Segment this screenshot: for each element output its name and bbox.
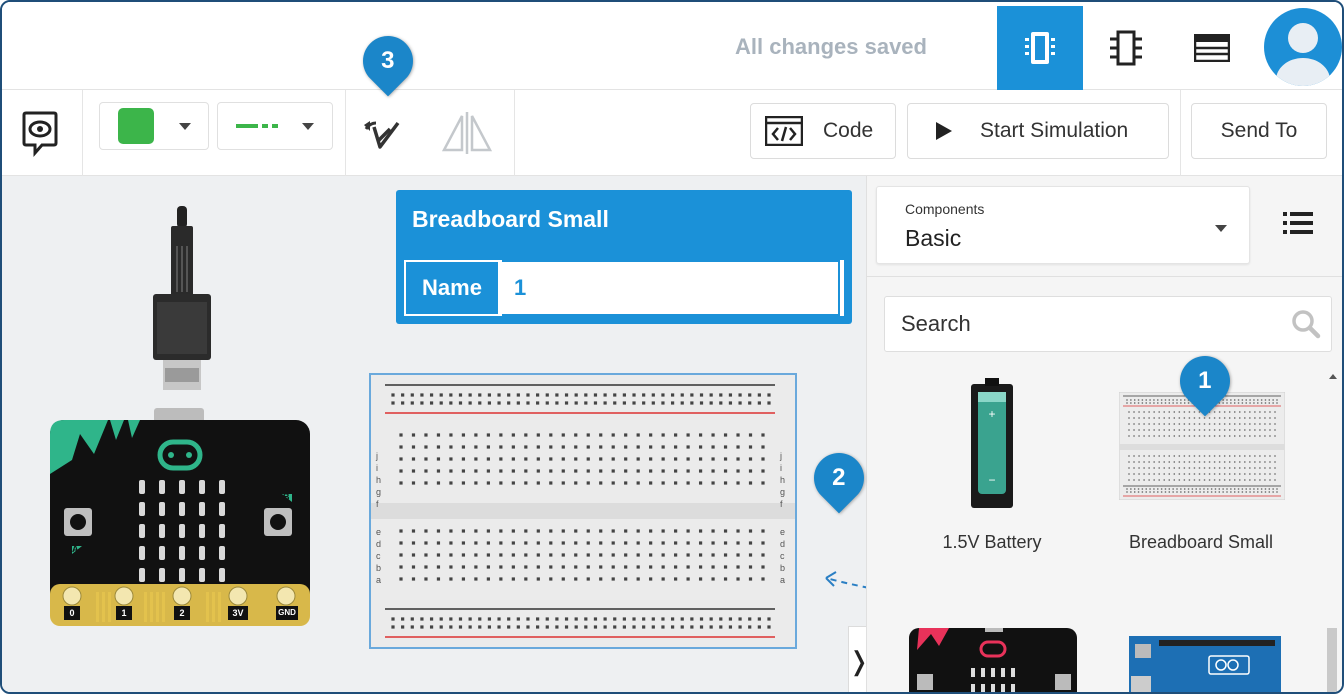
pin-label-0: 0 xyxy=(69,608,75,618)
toolbar: Code Start Simulation Send To xyxy=(2,90,1342,176)
bb-row-letters-right-top: jihgf xyxy=(780,451,786,509)
search-icon xyxy=(1292,310,1321,339)
flip-icon[interactable] xyxy=(441,112,493,159)
code-button[interactable]: Code xyxy=(750,103,896,159)
breadboard-small[interactable] xyxy=(369,373,797,649)
pin-label-1: 1 xyxy=(121,608,127,618)
component-microbit-thumbnail[interactable] xyxy=(909,628,1077,694)
app-window: All changes saved Code Start Simulation … xyxy=(0,0,1344,694)
code-icon xyxy=(765,116,803,146)
category-caption: Components xyxy=(905,201,985,217)
fill-color-dropdown[interactable] xyxy=(99,102,209,150)
bb-row-letters-left-bottom: edcba xyxy=(376,527,382,585)
component-list-icon xyxy=(1194,34,1230,62)
name-input[interactable]: 1 xyxy=(502,260,840,316)
notes-icon[interactable] xyxy=(22,110,58,163)
send-to-button[interactable]: Send To xyxy=(1191,103,1327,159)
top-bar: All changes saved xyxy=(2,2,1342,90)
circuit-view-button[interactable] xyxy=(997,6,1083,90)
play-icon xyxy=(936,122,952,140)
pin-label-2: 2 xyxy=(179,608,185,618)
save-status: All changes saved xyxy=(735,34,927,59)
button-label-a: A xyxy=(72,544,79,554)
component-battery[interactable]: + − 1.5V Battery xyxy=(907,372,1077,572)
svg-text:+: + xyxy=(988,407,995,421)
fill-color-swatch xyxy=(118,108,154,144)
chevron-down-icon xyxy=(1215,225,1227,232)
button-label-b: B xyxy=(283,492,290,502)
component-arduino-thumbnail[interactable] xyxy=(1129,636,1281,694)
name-label: Name xyxy=(406,262,498,314)
category-value: Basic xyxy=(905,225,962,251)
inspector-popup: Breadboard Small Name 1 xyxy=(396,190,852,324)
components-category-select[interactable]: Components Basic xyxy=(876,186,1250,264)
circuit-view-icon xyxy=(1025,32,1055,64)
line-style-swatch xyxy=(236,124,278,128)
search-input[interactable]: Search xyxy=(884,296,1332,352)
rotate-icon[interactable] xyxy=(364,117,402,156)
list-view-icon[interactable] xyxy=(1283,212,1313,239)
component-label: 1.5V Battery xyxy=(942,532,1042,552)
component-label: Breadboard Small xyxy=(1128,532,1274,552)
components-panel: Components Basic Search + − 1.5V Battery… xyxy=(866,176,1342,694)
microbit-board[interactable] xyxy=(50,404,312,630)
breadboard-holes xyxy=(371,375,795,647)
svg-text:−: − xyxy=(988,473,995,487)
inspector-name-row: Name 1 xyxy=(404,260,844,316)
scroll-up-icon[interactable] xyxy=(1329,374,1337,384)
bb-row-letters-right-bottom: edcba xyxy=(780,527,786,585)
user-avatar-icon[interactable] xyxy=(1264,8,1342,86)
bb-row-letters-left-top: jihgf xyxy=(376,451,382,509)
pin-label-gnd: GND xyxy=(278,608,296,617)
schematic-view-icon xyxy=(1110,30,1142,66)
start-simulation-button[interactable]: Start Simulation xyxy=(907,103,1169,159)
usb-cable[interactable] xyxy=(147,206,217,396)
scrollbar-thumb[interactable] xyxy=(1327,628,1337,692)
schematic-view-button[interactable] xyxy=(1083,6,1169,90)
inspector-title: Breadboard Small xyxy=(412,206,609,232)
pin-label-3v: 3V xyxy=(232,608,244,618)
component-list-button[interactable] xyxy=(1169,6,1255,90)
battery-image: + − xyxy=(971,378,1013,508)
line-color-dropdown[interactable] xyxy=(217,102,333,150)
